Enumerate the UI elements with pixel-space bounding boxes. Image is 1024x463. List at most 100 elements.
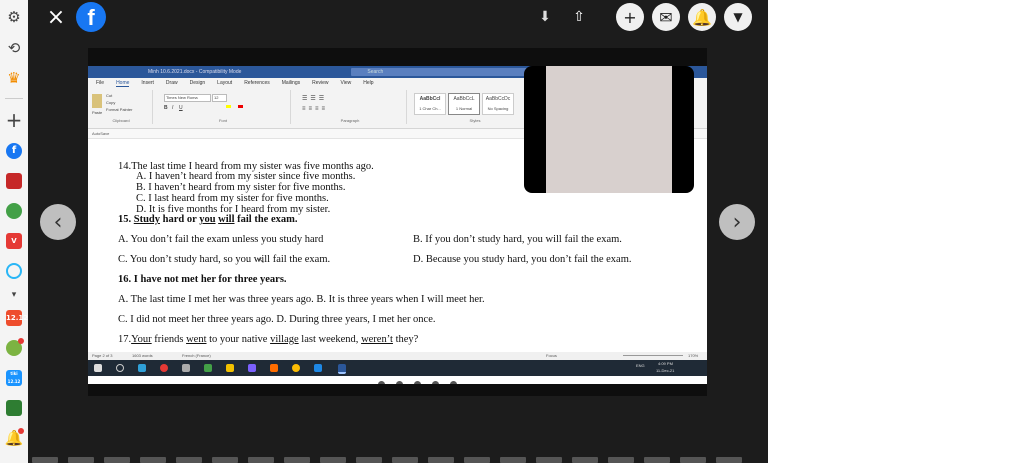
- add-icon[interactable]: +: [3, 108, 25, 132]
- menu-references[interactable]: References: [244, 80, 270, 86]
- app-icon-v[interactable]: V: [3, 230, 25, 252]
- menu-view[interactable]: View: [341, 80, 352, 86]
- font-size-box[interactable]: 12: [212, 94, 227, 102]
- messenger-icon[interactable]: ✉: [652, 3, 680, 31]
- highlight-icon[interactable]: [226, 105, 231, 108]
- question-15: 15. Study hard or you will fail the exam…: [118, 214, 298, 225]
- align-icons[interactable]: ≡≡≡≡: [302, 106, 328, 112]
- language-status: French (France): [182, 353, 211, 358]
- zoom-slider[interactable]: [623, 355, 683, 356]
- format-painter-label[interactable]: Format Painter: [106, 107, 132, 112]
- menu-design[interactable]: Design: [190, 80, 206, 86]
- share-icon[interactable]: ⇧: [568, 3, 590, 31]
- app-icon[interactable]: [314, 364, 322, 372]
- close-icon[interactable]: ×: [42, 3, 70, 31]
- style-name: 1 Normal: [455, 106, 473, 111]
- q17-word-werent: weren’t: [361, 334, 393, 345]
- tiki-app-icon[interactable]: tiki 12.12: [3, 367, 25, 389]
- edge-icon[interactable]: [138, 364, 146, 372]
- crown-icon[interactable]: ♛: [3, 67, 25, 89]
- q17-text-4: they?: [395, 334, 419, 345]
- start-icon[interactable]: [94, 364, 102, 372]
- language-indicator[interactable]: ENG: [636, 363, 645, 368]
- italic-icon[interactable]: I: [172, 105, 173, 111]
- q15-number: 15.: [118, 214, 132, 225]
- app-icon-leaf[interactable]: [3, 337, 25, 359]
- menu-mailings[interactable]: Mailings: [282, 80, 300, 86]
- style-preview: AaBbCcL: [453, 96, 475, 102]
- page-count: Page 2 of 3: [92, 353, 113, 358]
- font-name-box[interactable]: Times New Roma: [164, 94, 211, 102]
- font-color-icon[interactable]: [238, 105, 243, 108]
- clipboard-group: Paste Cut Copy Format Painter Clipboard: [90, 90, 153, 124]
- document-title: Minh 10.6.2021.docx - Compatibility Mode: [148, 69, 242, 75]
- q17-word-went: went: [186, 334, 207, 345]
- q15-text: hard or: [162, 214, 197, 225]
- account-menu-icon[interactable]: ▼: [724, 3, 752, 31]
- style-name: 1 Char Ch...: [419, 106, 441, 111]
- search-box[interactable]: Search: [351, 68, 528, 76]
- chrome-icon[interactable]: [292, 364, 300, 372]
- notifications-icon[interactable]: 🔔: [688, 3, 716, 31]
- clock-time[interactable]: 4:09 PM: [658, 361, 673, 366]
- next-photo-button[interactable]: ›: [719, 204, 755, 240]
- app-icon[interactable]: [182, 364, 190, 372]
- settings-icon[interactable]: ⚙: [3, 6, 25, 28]
- focus-mode[interactable]: Focus: [546, 353, 557, 358]
- app-icon-green[interactable]: [3, 200, 25, 222]
- menu-review[interactable]: Review: [312, 80, 328, 86]
- bold-icon[interactable]: B: [164, 105, 168, 111]
- page-dot[interactable]: [450, 381, 457, 384]
- cut-label[interactable]: Cut: [106, 93, 112, 98]
- question-17: 17.Your friends went to your native vill…: [118, 334, 418, 345]
- paste-icon[interactable]: [92, 94, 102, 108]
- page-dot[interactable]: [414, 381, 421, 384]
- chevron-down-icon[interactable]: ▾: [3, 284, 25, 306]
- style-normal[interactable]: AaBbCcL 1 Normal: [448, 93, 480, 115]
- page-dot[interactable]: [432, 381, 439, 384]
- file-explorer-icon[interactable]: [226, 364, 234, 372]
- q14-option-b: B. I haven’t heard from my sister for fi…: [136, 182, 346, 193]
- bell-icon[interactable]: 🔔: [3, 427, 25, 449]
- app-icon[interactable]: [248, 364, 256, 372]
- menu-help[interactable]: Help: [363, 80, 373, 86]
- page-dot[interactable]: [396, 381, 403, 384]
- app-icon-red[interactable]: [3, 170, 25, 192]
- menu-home[interactable]: Home: [116, 80, 130, 87]
- copy-label[interactable]: Copy: [106, 100, 115, 105]
- facebook-app-icon[interactable]: f: [3, 140, 25, 162]
- menu-layout[interactable]: Layout: [217, 80, 232, 86]
- q15-option-d: D. Because you study hard, you don’t fai…: [413, 254, 632, 265]
- q17-text-1: friends: [154, 334, 184, 345]
- app-icon-sheet[interactable]: [3, 397, 25, 419]
- clock-date[interactable]: 11-Dec-21: [656, 368, 674, 373]
- page-dot[interactable]: [378, 381, 385, 384]
- facebook-logo[interactable]: f: [76, 2, 106, 32]
- menu-file[interactable]: File: [96, 80, 104, 86]
- list-icons[interactable]: ☰☰☰: [302, 95, 327, 102]
- save-icon[interactable]: ⬇: [534, 3, 556, 31]
- webcam-overlay: [524, 66, 694, 193]
- shopee-app-icon[interactable]: 12.12: [3, 307, 28, 329]
- app-icon[interactable]: [270, 364, 278, 372]
- page-dot-active[interactable]: [360, 381, 367, 384]
- app-icon[interactable]: [204, 364, 212, 372]
- badge-label: tiki 12.12: [6, 370, 22, 386]
- word-app-icon[interactable]: [338, 364, 346, 374]
- underline-icon[interactable]: U: [179, 105, 183, 111]
- font-group: Times New Roma 12 B I U Font: [156, 90, 291, 124]
- menu-draw[interactable]: Draw: [166, 80, 178, 86]
- add-button[interactable]: +: [616, 3, 644, 31]
- style-name: No Spacing: [487, 106, 509, 111]
- font-label: Font: [218, 118, 227, 123]
- styles-group: AaBbCcI 1 Char Ch... AaBbCcL 1 Normal AaBb…: [410, 90, 540, 124]
- search-icon[interactable]: [116, 364, 124, 372]
- app-icon[interactable]: [160, 364, 168, 372]
- history-icon[interactable]: ⟲: [3, 37, 25, 59]
- q14-option-a: A. I haven’t heard from my sister since …: [136, 171, 356, 182]
- app-icon-circle[interactable]: [3, 260, 25, 282]
- previous-photo-button[interactable]: ‹: [40, 204, 76, 240]
- style-no-spacing[interactable]: AaBbCcDc No Spacing: [482, 93, 514, 115]
- style-char[interactable]: AaBbCcI 1 Char Ch...: [414, 93, 446, 115]
- menu-insert[interactable]: Insert: [141, 80, 154, 86]
